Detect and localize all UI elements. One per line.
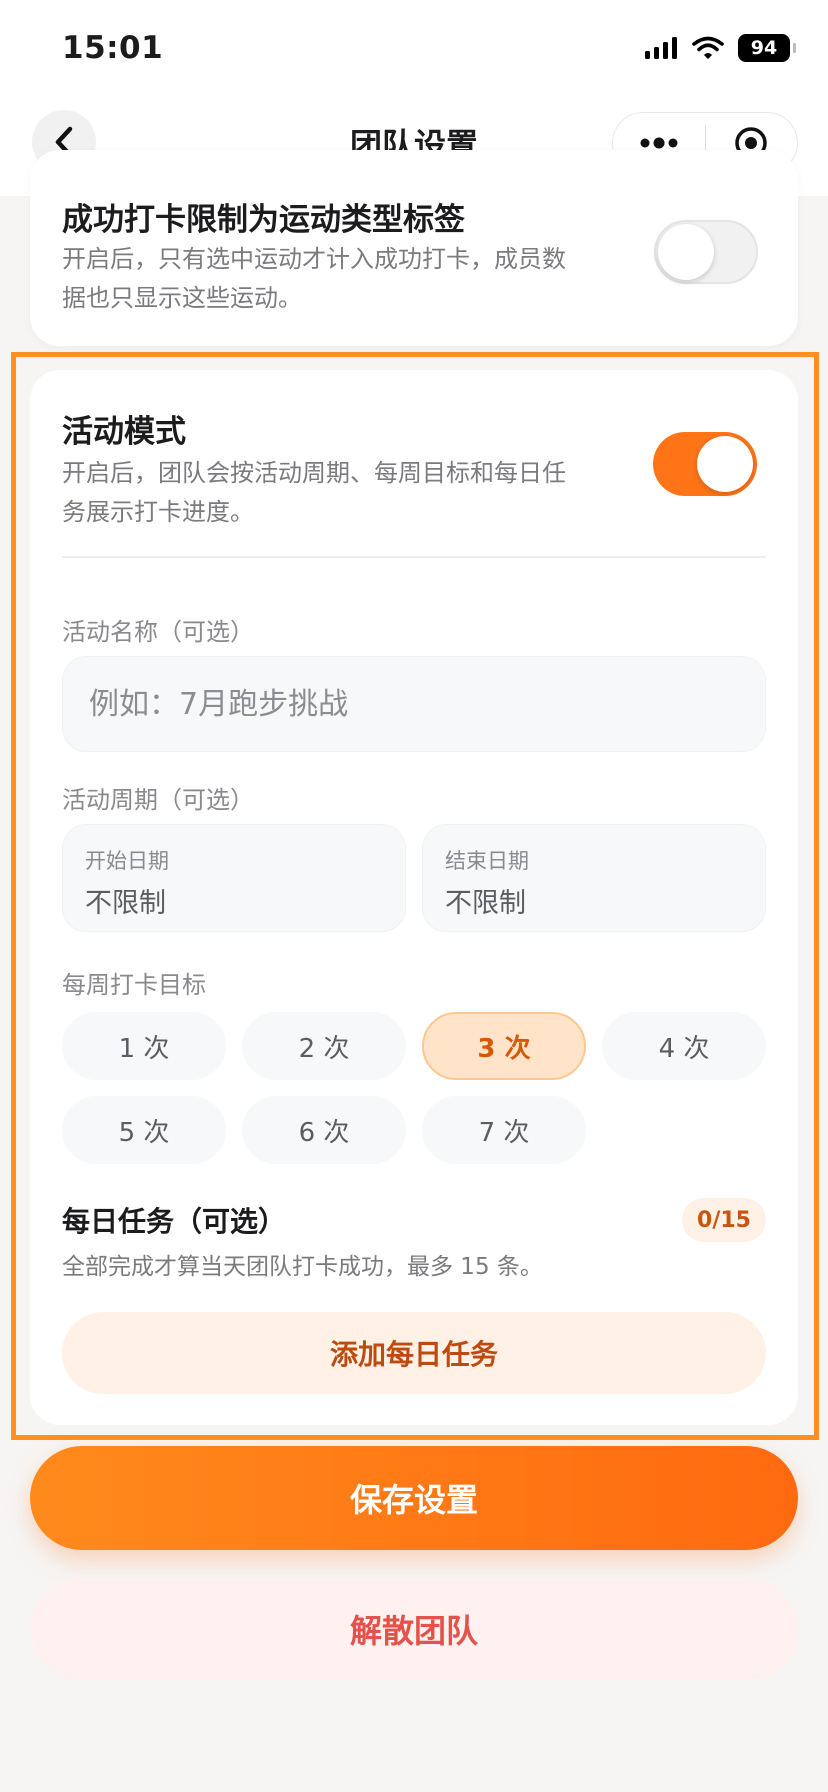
activity-mode-card: 活动模式 开启后，团队会按活动周期、每周目标和每日任务展示打卡进度。 活动名称（… — [30, 370, 798, 1425]
activity-period-label: 活动周期（可选） — [62, 786, 254, 814]
activity-mode-toggle[interactable] — [653, 432, 757, 496]
end-date-label: 结束日期 — [445, 849, 529, 873]
sport-tag-limit-description: 开启后，只有选中运动才计入成功打卡，成员数据也只显示这些运动。 — [62, 245, 566, 312]
start-date-label: 开始日期 — [85, 849, 169, 873]
daily-tasks-title: 每日任务（可选） — [62, 1205, 287, 1238]
screen: 15:01 94 团队设置 成功打卡限制为运动类型标签 开启后，只有选中运动才计… — [0, 0, 828, 1792]
activity-name-input[interactable] — [63, 657, 765, 751]
weekly-goal-option-5[interactable]: 5 次 — [62, 1096, 226, 1164]
weekly-goal-option-6[interactable]: 6 次 — [242, 1096, 406, 1164]
weekly-goal-option-1[interactable]: 1 次 — [62, 1012, 226, 1080]
sport-tag-limit-card: 成功打卡限制为运动类型标签 开启后，只有选中运动才计入成功打卡，成员数据也只显示… — [30, 150, 798, 346]
activity-name-label: 活动名称（可选） — [62, 618, 254, 646]
wifi-icon — [692, 36, 724, 59]
status-icons: 94 — [644, 34, 796, 62]
end-date-value: 不限制 — [445, 888, 526, 919]
weekly-goal-option-3[interactable]: 3 次 — [422, 1012, 586, 1080]
dissolve-team-button[interactable]: 解散团队 — [30, 1578, 798, 1680]
cellular-signal-icon — [645, 37, 677, 59]
start-date-value: 不限制 — [85, 888, 166, 919]
start-date-picker[interactable]: 开始日期 不限制 — [62, 824, 406, 932]
sport-tag-limit-toggle[interactable] — [654, 220, 758, 284]
end-date-picker[interactable]: 结束日期 不限制 — [422, 824, 766, 932]
toggle-knob — [697, 436, 753, 492]
section-divider — [62, 556, 766, 558]
weekly-goal-label: 每周打卡目标 — [62, 971, 206, 999]
more-dots-icon — [640, 137, 678, 149]
weekly-goal-option-7[interactable]: 7 次 — [422, 1096, 586, 1164]
add-daily-task-button[interactable]: 添加每日任务 — [62, 1312, 766, 1394]
activity-name-field — [62, 656, 766, 752]
daily-tasks-description: 全部完成才算当天团队打卡成功，最多 15 条。 — [62, 1254, 543, 1280]
daily-task-count-badge: 0/15 — [682, 1198, 766, 1242]
weekly-goal-option-4[interactable]: 4 次 — [602, 1012, 766, 1080]
status-bar: 15:01 94 — [0, 0, 828, 96]
sport-tag-limit-title: 成功打卡限制为运动类型标签 — [62, 202, 465, 238]
activity-mode-description: 开启后，团队会按活动周期、每周目标和每日任务展示打卡进度。 — [62, 459, 566, 526]
toggle-knob — [658, 224, 714, 280]
save-settings-button[interactable]: 保存设置 — [30, 1446, 798, 1550]
activity-mode-title: 活动模式 — [62, 414, 186, 450]
status-time: 15:01 — [62, 30, 164, 66]
battery-indicator: 94 — [738, 34, 796, 62]
weekly-goal-option-2[interactable]: 2 次 — [242, 1012, 406, 1080]
